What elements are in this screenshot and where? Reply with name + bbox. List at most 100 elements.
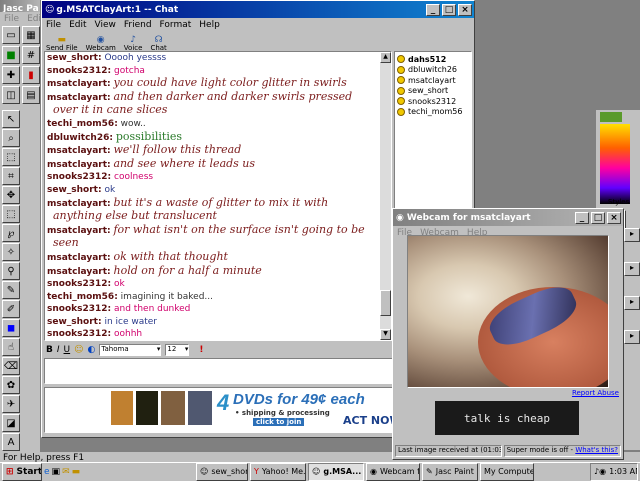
chat-menu-edit[interactable]: Edit	[69, 20, 86, 30]
wand-icon[interactable]: ✧	[2, 243, 20, 261]
color-palette[interactable]	[600, 124, 630, 204]
deform-icon[interactable]: ⬚	[2, 148, 20, 166]
palette-icon[interactable]: ■	[2, 46, 20, 64]
chat-menu-file[interactable]: File	[46, 20, 61, 30]
task-sew-short[interactable]: ☺sew_short'...	[196, 462, 248, 481]
bold-button[interactable]: B	[46, 345, 53, 355]
task-yahoo-messenger[interactable]: Y Yahoo! Me...	[250, 462, 306, 481]
task-my-computer[interactable]: My Computer	[480, 462, 534, 481]
scroll-up-arrow[interactable]: ▲	[380, 52, 391, 63]
text-icon[interactable]: A	[2, 433, 20, 451]
brush-icon[interactable]: ✎	[2, 281, 20, 299]
grid-icon[interactable]: #	[22, 46, 40, 64]
dvd-cover-2	[136, 391, 158, 425]
chat-menu-help[interactable]: Help	[199, 20, 220, 30]
task-jasc-paint[interactable]: ✎Jasc Paint ...	[422, 462, 478, 481]
chevron-right-icon[interactable]: ▸	[624, 330, 640, 344]
chat-button[interactable]: ☊ Chat	[150, 36, 166, 53]
maximize-button[interactable]: □	[442, 3, 456, 16]
font-select[interactable]: Tahoma ▾	[99, 344, 162, 356]
lasso-icon[interactable]: ℘	[2, 224, 20, 242]
tray-icons[interactable]: ♪◉	[594, 467, 606, 476]
airbrush-icon[interactable]: ✈	[2, 395, 20, 413]
message-text: and then darker and darker swirls presse…	[113, 89, 353, 103]
picture-tube-icon[interactable]: ✿	[2, 376, 20, 394]
start-button[interactable]: ⊞ Start	[2, 462, 42, 481]
task-chat[interactable]: ☺ g.MSA...	[308, 462, 364, 481]
histogram-icon[interactable]: ▮	[22, 66, 40, 84]
message-scrollbar[interactable]: ▲ ▼	[380, 52, 391, 340]
scroll-thumb[interactable]	[380, 290, 391, 316]
webcam-button[interactable]: ◉ Webcam	[86, 35, 116, 53]
close-button[interactable]: ×	[458, 3, 472, 16]
webcam-maximize-button[interactable]: □	[591, 211, 605, 224]
pointer-icon[interactable]: ↖	[2, 110, 20, 128]
webcam-banner-text: talk is cheap	[463, 411, 551, 425]
chevron-right-icon[interactable]: ▸	[624, 228, 640, 242]
task-label: My Computer	[484, 467, 534, 476]
ad-subline: • shipping & processing	[235, 409, 330, 417]
outlook-icon[interactable]: ✉	[62, 467, 70, 477]
emoticon-icon[interactable]: ☺	[74, 345, 83, 355]
eraser-icon[interactable]: ⌫	[2, 357, 20, 375]
webcam-close-button[interactable]: ×	[607, 211, 621, 224]
paint-menu-file[interactable]: File	[4, 14, 19, 24]
underline-button[interactable]: U	[64, 345, 71, 355]
webcam-minimize-button[interactable]: _	[575, 211, 589, 224]
chevron-right-icon[interactable]: ▸	[624, 262, 640, 276]
user-list-item[interactable]: techi_mom56	[397, 107, 469, 118]
italic-button[interactable]: I	[57, 345, 60, 355]
crop-icon[interactable]: ⌗	[2, 167, 20, 185]
taskbar: ⊞Start e ▣ ✉ ▬ ☺sew_short'... YYahoo! Me…	[0, 462, 640, 481]
chat-menu-view[interactable]: View	[95, 20, 116, 30]
chat-message: snooks2312: ok	[45, 278, 391, 291]
color-swatch-strip[interactable]	[600, 112, 622, 122]
new-icon[interactable]: ▭	[2, 26, 20, 44]
microphone-icon: ♪	[130, 35, 136, 45]
webcam-icon: ◉	[96, 35, 105, 45]
user-status-icon	[397, 76, 405, 85]
warning-icon[interactable]: !	[199, 345, 203, 355]
retouch-icon[interactable]: ☝	[2, 338, 20, 356]
user-list-item[interactable]: msatclayart	[397, 75, 469, 86]
user-list-item[interactable]: snooks2312	[397, 96, 469, 107]
user-list-item[interactable]: sew_short	[397, 86, 469, 97]
webcam-banner[interactable]: talk is cheap	[435, 401, 579, 435]
voice-button[interactable]: ♪ Voice	[124, 35, 143, 53]
selection-icon[interactable]: ⬚	[2, 205, 20, 223]
folder-icon[interactable]: ▬	[72, 467, 81, 477]
script-icon[interactable]: ▤	[22, 86, 40, 104]
message-nick: sew_short:	[47, 53, 102, 63]
clock: 1:03 AM	[609, 467, 637, 476]
last-image-received: Last image received at (01:03:04 AM)	[395, 445, 502, 457]
message-text: wow..	[120, 118, 146, 129]
scroll-down-arrow[interactable]: ▼	[380, 329, 391, 340]
message-text: oohhh	[114, 329, 143, 340]
desktop-icon[interactable]: ▣	[52, 467, 61, 477]
send-file-button[interactable]: ▬ Send File	[46, 36, 78, 53]
chat-menu-friend[interactable]: Friend	[124, 20, 152, 30]
chevron-right-icon[interactable]: ▸	[624, 296, 640, 310]
ie-icon[interactable]: e	[44, 467, 50, 477]
dropper-icon[interactable]: ⚲	[2, 262, 20, 280]
report-abuse-link[interactable]: Report Abuse	[572, 389, 619, 397]
move-icon[interactable]: ✚	[2, 66, 20, 84]
size-select[interactable]: 12 ▾	[165, 344, 190, 356]
overview-icon[interactable]: ◫	[2, 86, 20, 104]
zoom-icon[interactable]: ⌕	[2, 129, 20, 147]
mover-icon[interactable]: ✥	[2, 186, 20, 204]
minimize-button[interactable]: _	[426, 3, 440, 16]
user-name: sew_short	[408, 86, 449, 96]
user-list-item[interactable]: dahs512	[397, 54, 469, 65]
fill-icon[interactable]: ◪	[2, 414, 20, 432]
chat-menu-format[interactable]: Format	[160, 20, 192, 30]
task-webcam[interactable]: ◉Webcam f...	[366, 462, 420, 481]
clone-icon[interactable]: ✐	[2, 300, 20, 318]
user-list-item[interactable]: dbluwitch26	[397, 65, 469, 76]
color-icon[interactable]: ◐	[88, 345, 96, 355]
layers-icon[interactable]: ▦	[22, 26, 40, 44]
ad-join-link[interactable]: click to join	[253, 418, 305, 426]
whats-this-link[interactable]: What's this?	[575, 446, 618, 454]
color-replace-icon[interactable]: ◼	[2, 319, 20, 337]
message-text: gotcha	[114, 65, 145, 76]
